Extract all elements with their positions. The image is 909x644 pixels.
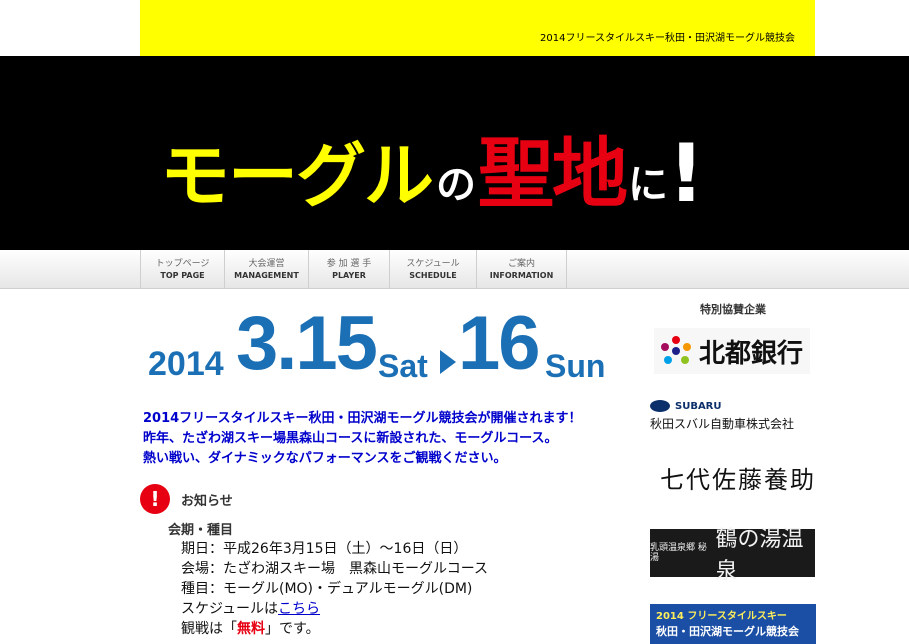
nav-label-jp: トップページ — [155, 258, 210, 269]
main-nav: トップページ TOP PAGE 大会運営 MANAGEMENT 参 加 選 手 … — [0, 250, 909, 289]
hero-text-mogul: モーグル — [160, 135, 434, 217]
intro-text: 2014フリースタイルスキー秋田・田沢湖モーグル競技会が開催されます！ 昨年、た… — [143, 409, 613, 469]
sponsor-hokuto-bank[interactable]: 北都銀行 — [654, 328, 810, 374]
schedule-link[interactable]: こちら — [278, 601, 320, 617]
date-day1-weekday: Sat — [378, 348, 428, 384]
onsen-subtitle: 乳頭温泉郷 秘湯 — [650, 543, 707, 563]
date-day1: 3.15 — [236, 301, 378, 386]
watch-free: 無料 — [237, 621, 265, 637]
notice-venue: 会場：たざわ湖スキー場 黒森山モーグルコース — [181, 561, 489, 577]
event-date-headline: 2014 3.15 Sat 16 Sun — [148, 300, 618, 400]
intro-line: 熱い戦い、ダイナミックなパフォーマンスをご観戦ください。 — [143, 451, 507, 466]
event-banner-line2: 秋田・田沢湖モーグル競技会 — [656, 625, 799, 638]
hokuto-logo-icon — [660, 336, 691, 366]
nav-item-player[interactable]: 参 加 選 手 PLAYER — [309, 250, 390, 288]
intro-line: 2014フリースタイルスキー秋田・田沢湖モーグル競技会が開催されます！ — [143, 411, 582, 426]
nav-label-en: TOP PAGE — [160, 270, 205, 280]
hero-text-no: の — [436, 162, 476, 208]
nav-label-jp: スケジュール — [406, 258, 460, 269]
nav-label-en: MANAGEMENT — [234, 270, 299, 280]
notice-title: お知らせ — [181, 494, 233, 509]
nav-label-en: INFORMATION — [489, 270, 554, 280]
notice-watch: 観戦は「無料」です。 — [181, 619, 488, 639]
sponsor-sato-yosuke[interactable]: 七代佐藤養助 — [660, 460, 816, 495]
notice-schedule: スケジュールはこちら — [181, 599, 488, 619]
hero-headline: モーグル の 聖地 に ! — [160, 116, 705, 220]
date-year: 2014 — [148, 345, 224, 383]
watch-suffix: 」です。 — [265, 621, 320, 637]
event-title: 2014フリースタイルスキー秋田・田沢湖モーグル競技会 — [540, 33, 795, 44]
notice-date: 期日：平成26年3月15日（土）～16日（日） — [181, 541, 468, 557]
nav-item-schedule[interactable]: スケジュール SCHEDULE — [390, 250, 477, 288]
subaru-logo-icon — [650, 400, 670, 412]
subaru-brand: SUBARU — [675, 400, 722, 412]
hero-text-seichi: 聖地 — [478, 129, 628, 218]
onsen-name: 鶴の湯温泉 — [715, 527, 804, 584]
top-header: 2014フリースタイルスキー秋田・田沢湖モーグル競技会 — [0, 0, 909, 56]
date-day2: 16 — [458, 301, 541, 386]
nav-items: トップページ TOP PAGE 大会運営 MANAGEMENT 参 加 選 手 … — [140, 250, 567, 288]
nav-item-management[interactable]: 大会運営 MANAGEMENT — [225, 250, 309, 288]
nav-label-en: SCHEDULE — [409, 270, 457, 280]
watch-prefix: 観戦は「 — [181, 621, 237, 637]
event-banner[interactable]: 2014 フリースタイルスキー 秋田・田沢湖モーグル競技会 — [650, 604, 816, 644]
subaru-logo: SUBARU — [650, 400, 820, 412]
sponsor-tsurunoyu-onsen[interactable]: 乳頭温泉郷 秘湯 鶴の湯温泉 — [650, 527, 815, 584]
hero-text-exclamation: ! — [668, 127, 705, 220]
hero-text-ni: に — [628, 162, 668, 208]
subaru-company-name: 秋田スバル自動車株式会社 — [650, 417, 795, 431]
exclamation-icon: ! — [140, 484, 170, 514]
event-banner-line1: 2014 フリースタイルスキー — [656, 611, 787, 622]
sponsors-heading: 特別協賛企業 — [700, 303, 766, 316]
date-arrow-icon — [440, 350, 456, 374]
intro-line: 昨年、たざわ湖スキー場黒森山コースに新設された、モーグルコース。 — [143, 431, 558, 446]
nav-item-top-page[interactable]: トップページ TOP PAGE — [141, 250, 225, 288]
nav-label-jp: ご案内 — [507, 258, 535, 269]
sponsor-akita-subaru[interactable]: SUBARU 秋田スバル自動車株式会社 — [650, 400, 820, 432]
nav-label-en: PLAYER — [332, 270, 366, 280]
hero-banner: モーグル の 聖地 に ! — [0, 56, 909, 250]
notice-details: 期日：平成26年3月15日（土）～16日（日） 会場：たざわ湖スキー場 黒森山モ… — [181, 539, 488, 639]
schedule-prefix: スケジュールは — [181, 601, 279, 617]
date-day2-weekday: Sun — [545, 348, 606, 384]
nav-label-jp: 大会運営 — [248, 258, 285, 269]
header-yellow-band: 2014フリースタイルスキー秋田・田沢湖モーグル競技会 — [140, 0, 815, 56]
notice-events: 種目：モーグル(MO)・デュアルモーグル(DM) — [181, 581, 473, 597]
nav-item-information[interactable]: ご案内 INFORMATION — [477, 250, 567, 288]
notice-subtitle: 会期・種目 — [168, 523, 234, 538]
nav-label-jp: 参 加 選 手 — [326, 258, 372, 269]
hokuto-name: 北都銀行 — [698, 338, 803, 369]
